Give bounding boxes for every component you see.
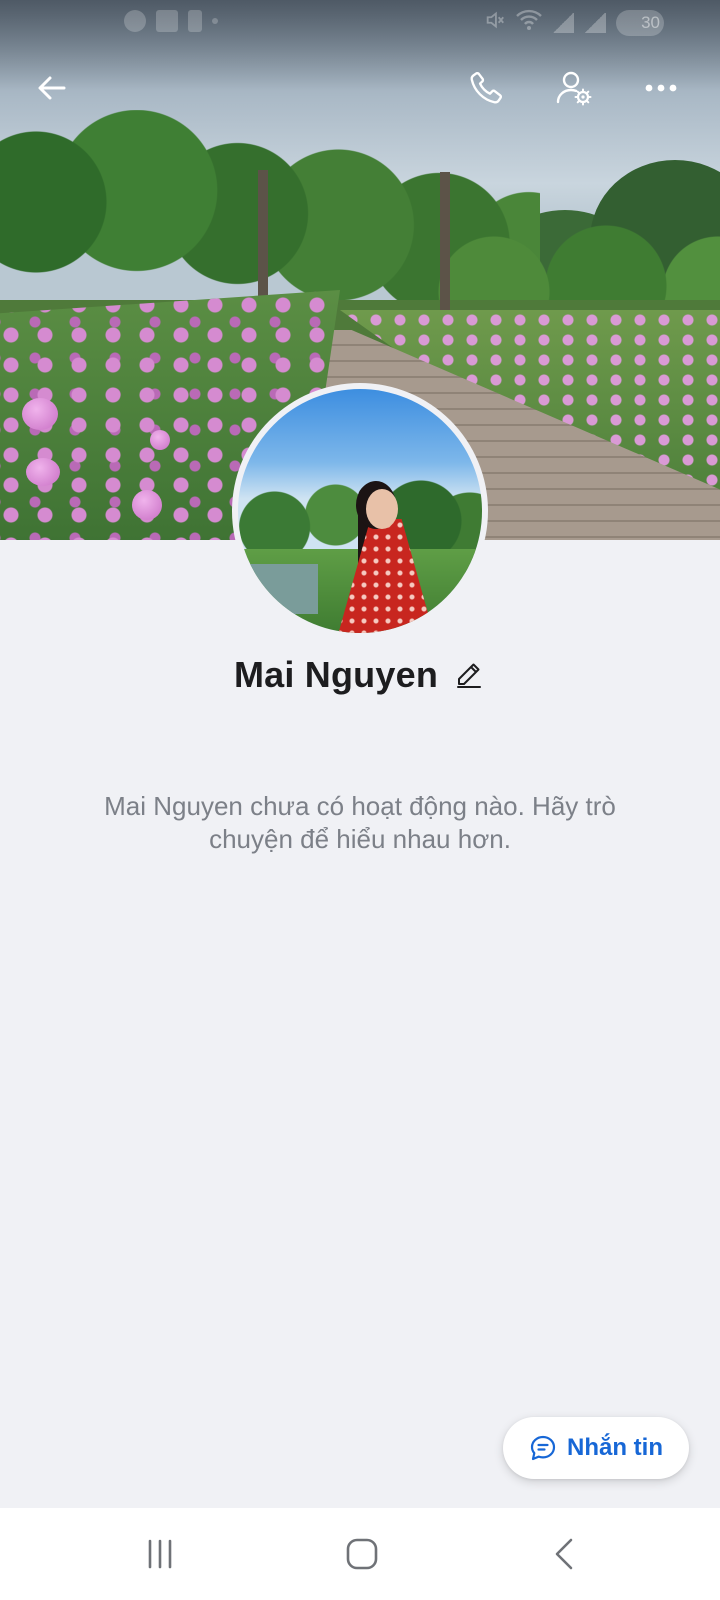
avatar-person-face [366, 489, 398, 529]
recent-apps-icon [148, 1539, 172, 1569]
message-button-label: Nhắn tin [567, 1434, 663, 1461]
signal-icon [584, 12, 606, 33]
wifi-icon [516, 9, 542, 36]
empty-activity-message: Mai Nguyen chưa có hoạt động nào. Hãy tr… [104, 791, 616, 854]
edit-name-button[interactable] [452, 658, 486, 692]
arrow-left-icon [38, 76, 66, 100]
battery-icon: 30 [616, 9, 664, 36]
status-bar: 30 [0, 0, 720, 46]
message-button[interactable]: Nhắn tin [503, 1417, 689, 1479]
home-button[interactable] [332, 1526, 392, 1582]
back-chevron-icon [555, 1538, 573, 1570]
profile-name-row: Mai Nguyen [0, 654, 720, 696]
status-notification-icons [124, 10, 218, 32]
pencil-icon [457, 663, 482, 688]
system-back-button[interactable] [534, 1526, 594, 1582]
facebook-f-icon [188, 10, 202, 32]
cover-flower [132, 490, 162, 520]
recent-apps-button[interactable] [130, 1526, 190, 1582]
user-settings-icon [556, 71, 592, 106]
profile-avatar[interactable] [232, 383, 488, 639]
cover-flower [22, 398, 58, 430]
cover-flower [26, 458, 60, 486]
mute-icon [484, 9, 506, 36]
signal-icon [552, 12, 574, 33]
back-button[interactable] [28, 64, 76, 112]
profile-settings-button[interactable] [550, 64, 598, 112]
profile-name: Mai Nguyen [233, 654, 439, 695]
cover-lamp-post [440, 172, 450, 322]
more-horizontal-icon [645, 84, 677, 92]
phone-icon [470, 72, 503, 104]
battery-level: 30 [641, 12, 660, 32]
more-options-button[interactable] [637, 64, 685, 112]
home-icon [346, 1538, 378, 1570]
cover-flower [150, 430, 170, 450]
system-navigation-bar [0, 1508, 720, 1600]
call-button[interactable] [463, 64, 511, 112]
news-icon [156, 10, 178, 32]
avatar-pond [238, 564, 318, 614]
chat-bubble-icon [530, 1435, 556, 1461]
dot-icon [212, 18, 218, 24]
status-system-icons: 30 [484, 9, 664, 36]
facebook-icon [124, 10, 146, 32]
avatar-photo [238, 389, 482, 633]
